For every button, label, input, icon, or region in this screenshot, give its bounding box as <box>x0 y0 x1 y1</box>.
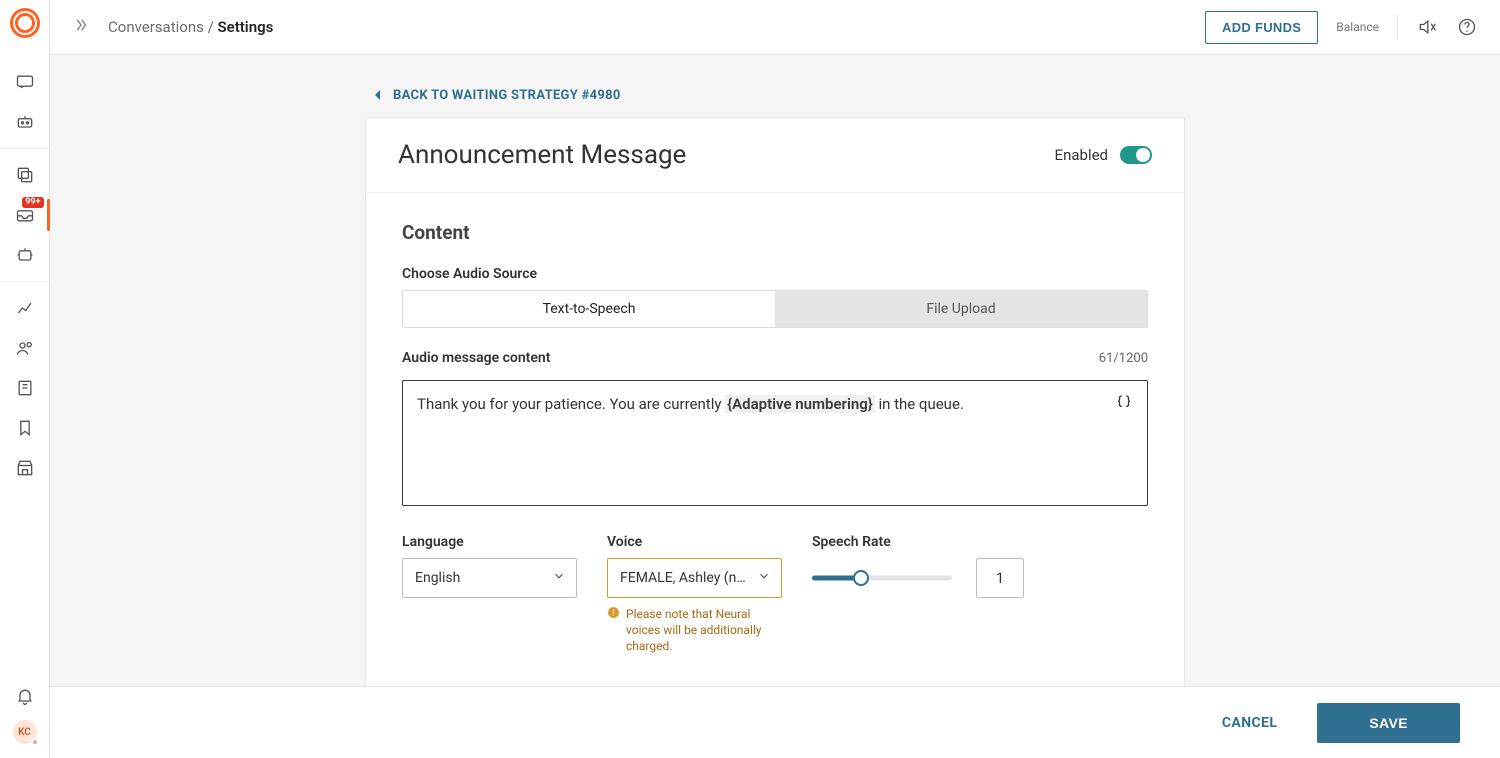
nav-rail: 99+ KC <box>0 0 50 758</box>
char-counter: 61/1200 <box>1099 351 1148 366</box>
breadcrumb-parent[interactable]: Conversations <box>108 18 204 36</box>
enabled-toggle[interactable] <box>1120 146 1152 164</box>
content-scroll[interactable]: BACK TO WAITING STRATEGY #4980 Announcem… <box>50 55 1500 686</box>
chevron-down-icon <box>757 569 771 587</box>
expand-nav-icon[interactable] <box>72 16 90 38</box>
warning-icon <box>607 606 620 655</box>
nav-messages-icon[interactable] <box>0 62 50 102</box>
nav-book-icon[interactable] <box>0 368 50 408</box>
nav-store-icon[interactable] <box>0 448 50 488</box>
chevron-down-icon <box>552 569 566 587</box>
message-content-label: Audio message content <box>402 350 550 366</box>
cancel-button[interactable]: CANCEL <box>1222 715 1277 731</box>
language-select[interactable]: English <box>402 558 577 598</box>
nav-bot-icon[interactable] <box>0 102 50 142</box>
mute-icon[interactable] <box>1416 16 1438 38</box>
speech-rate-input[interactable]: 1 <box>976 558 1024 598</box>
back-link[interactable]: BACK TO WAITING STRATEGY #4980 <box>373 88 621 103</box>
message-textarea[interactable]: Thank you for your patience. You are cur… <box>402 380 1148 506</box>
segment-tts[interactable]: Text-to-Speech <box>403 291 775 327</box>
voice-label: Voice <box>607 534 782 550</box>
nav-badge: 99+ <box>22 197 43 208</box>
variable-chip[interactable]: {Adaptive numbering} <box>725 395 875 413</box>
main-area: Conversations / Settings ADD FUNDS Balan… <box>50 0 1500 758</box>
voice-warning: Please note that Neural voices will be a… <box>607 606 782 655</box>
caret-left-icon <box>373 90 383 100</box>
brand-logo[interactable] <box>10 8 40 38</box>
section-content-title: Content <box>402 221 1148 244</box>
nav-inbox-icon[interactable]: 99+ <box>0 195 50 235</box>
settings-card: Announcement Message Enabled Content Cho… <box>365 117 1185 687</box>
enabled-label: Enabled <box>1055 146 1108 164</box>
card-title: Announcement Message <box>398 140 686 170</box>
nav-robot-icon[interactable] <box>0 235 50 275</box>
balance-label: Balance <box>1336 20 1379 34</box>
presence-dot <box>31 738 39 746</box>
add-funds-button[interactable]: ADD FUNDS <box>1205 11 1318 44</box>
insert-variable-icon[interactable] <box>1115 393 1135 413</box>
segment-file-upload[interactable]: File Upload <box>775 291 1147 327</box>
footer-bar: CANCEL SAVE <box>50 686 1500 758</box>
nav-people-icon[interactable] <box>0 328 50 368</box>
help-icon[interactable] <box>1456 16 1478 38</box>
nav-bookmark-icon[interactable] <box>0 408 50 448</box>
breadcrumb-current: Settings <box>218 18 274 36</box>
voice-select[interactable]: FEMALE, Ashley (n... <box>607 558 782 598</box>
language-label: Language <box>402 534 577 550</box>
audio-source-segment: Text-to-Speech File Upload <box>402 290 1148 328</box>
audio-source-label: Choose Audio Source <box>402 266 1148 282</box>
nav-copy-icon[interactable] <box>0 155 50 195</box>
user-avatar[interactable]: KC <box>13 720 37 744</box>
breadcrumb: Conversations / Settings <box>108 18 273 36</box>
nav-analytics-icon[interactable] <box>0 288 50 328</box>
nav-notifications-icon[interactable] <box>0 686 50 706</box>
divider <box>1397 14 1398 40</box>
speech-rate-label: Speech Rate <box>812 534 1024 550</box>
speech-rate-slider[interactable] <box>812 568 952 588</box>
save-button[interactable]: SAVE <box>1317 703 1460 743</box>
top-bar: Conversations / Settings ADD FUNDS Balan… <box>50 0 1500 55</box>
